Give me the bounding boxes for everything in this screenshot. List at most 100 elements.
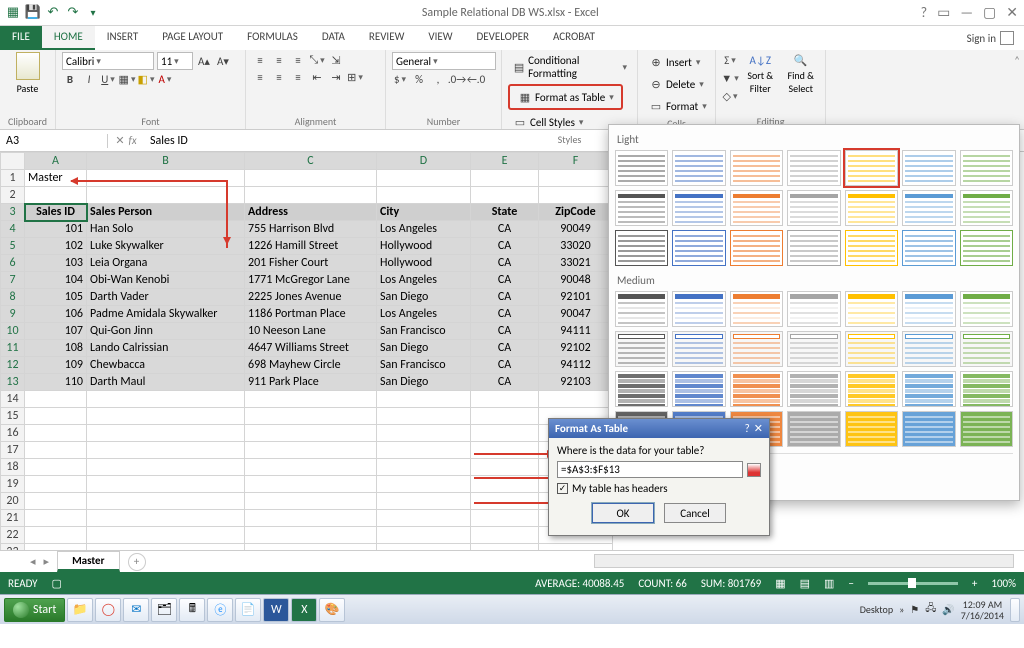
cell[interactable]: Sales ID [25,204,87,221]
row-header[interactable]: 22 [1,527,25,544]
col-header-C[interactable]: C [245,153,377,170]
cell[interactable] [539,187,613,204]
dialog-help-icon[interactable]: ? [745,422,750,435]
cell[interactable] [471,459,539,476]
cell[interactable]: 1186 Portman Place [245,306,377,323]
number-format-combo[interactable]: General▾ [392,52,496,70]
taskbar-chrome-icon[interactable]: ◯ [95,598,121,622]
restore-icon[interactable]: ▢ [983,4,996,21]
cell[interactable] [25,425,87,442]
cell[interactable] [25,493,87,510]
table-style-thumb[interactable] [845,150,898,186]
zoom-in-icon[interactable]: + [972,577,977,590]
cell[interactable]: CA [471,323,539,340]
wrap-text-icon[interactable]: ⇲ [328,52,344,68]
table-style-thumb[interactable] [672,150,725,186]
cell[interactable] [25,442,87,459]
cell[interactable] [377,391,471,408]
cell[interactable]: 698 Mayhew Circle [245,357,377,374]
macro-record-icon[interactable]: ▢ [52,577,62,590]
currency-icon[interactable]: $▾ [392,71,408,87]
row-header[interactable]: 21 [1,510,25,527]
cell[interactable] [25,527,87,544]
cell[interactable]: 755 Harrison Blvd [245,221,377,238]
tray-flag-icon[interactable]: ⚑ [910,603,919,616]
row-header[interactable]: 4 [1,221,25,238]
percent-icon[interactable]: % [411,71,427,87]
table-style-thumb[interactable] [787,230,840,266]
row-header[interactable]: 13 [1,374,25,391]
cell[interactable] [377,408,471,425]
cell[interactable]: 108 [25,340,87,357]
table-style-thumb[interactable] [787,331,840,367]
fill-icon[interactable]: ▼▾ [722,70,738,86]
row-header[interactable]: 14 [1,391,25,408]
cell[interactable]: San Francisco [377,357,471,374]
align-right-icon[interactable]: ≡ [290,69,306,85]
cell[interactable] [245,187,377,204]
tray-network-icon[interactable]: 🖧 [925,601,936,618]
row-header[interactable]: 2 [1,187,25,204]
taskbar-ie-icon[interactable]: ⓔ [207,598,233,622]
cell[interactable] [87,442,245,459]
cell[interactable] [377,510,471,527]
tray-clock[interactable]: 12:09 AM7/16/2014 [961,599,1004,621]
cell[interactable]: CA [471,272,539,289]
cell[interactable] [471,187,539,204]
cell[interactable] [471,170,539,187]
row-header[interactable]: 5 [1,238,25,255]
cell[interactable]: 107 [25,323,87,340]
cell[interactable]: CA [471,289,539,306]
cell[interactable] [377,493,471,510]
table-style-thumb[interactable] [902,331,955,367]
table-style-thumb[interactable] [960,230,1013,266]
cell[interactable]: 90049 [539,221,613,238]
cell[interactable]: 101 [25,221,87,238]
taskbar-folder-icon[interactable]: 🗂 [151,598,177,622]
cell[interactable] [471,408,539,425]
table-style-thumb[interactable] [730,291,783,327]
cell[interactable] [471,510,539,527]
cell[interactable]: 92101 [539,289,613,306]
add-sheet-button[interactable]: + [128,553,146,571]
table-style-thumb[interactable] [902,371,955,407]
cell[interactable] [377,527,471,544]
cell[interactable]: State [471,204,539,221]
sort-filter-button[interactable]: A↓Z Sort & Filter [742,52,779,95]
cell[interactable]: 1771 McGregor Lane [245,272,377,289]
col-header-A[interactable]: A [25,153,87,170]
table-style-thumb[interactable] [960,190,1013,226]
cell[interactable]: San Francisco [377,323,471,340]
cell[interactable]: City [377,204,471,221]
cell[interactable]: 33020 [539,238,613,255]
cell[interactable]: 105 [25,289,87,306]
cell[interactable] [245,408,377,425]
cell[interactable] [245,391,377,408]
cell[interactable]: San Diego [377,374,471,391]
orientation-icon[interactable]: ⤡▾ [309,52,325,68]
tab-data[interactable]: DATA [310,26,357,50]
cell[interactable] [87,527,245,544]
table-style-thumb[interactable] [960,331,1013,367]
zoom-level[interactable]: 100% [991,577,1016,590]
row-header[interactable]: 6 [1,255,25,272]
table-style-thumb[interactable] [672,331,725,367]
col-header-D[interactable]: D [377,153,471,170]
underline-icon[interactable]: U▾ [100,71,116,87]
cell[interactable] [245,170,377,187]
cell[interactable] [245,425,377,442]
table-style-thumb[interactable] [672,291,725,327]
cell[interactable]: 10 Neeson Lane [245,323,377,340]
row-header[interactable]: 1 [1,170,25,187]
table-style-thumb[interactable] [902,230,955,266]
zoom-out-icon[interactable]: − [848,577,853,590]
table-style-thumb[interactable] [787,190,840,226]
cell[interactable] [87,493,245,510]
cell[interactable]: CA [471,221,539,238]
clear-icon[interactable]: ◇▾ [722,88,738,104]
cell[interactable]: CA [471,238,539,255]
cell[interactable]: Qui-Gon Jinn [87,323,245,340]
cell[interactable] [245,493,377,510]
taskbar-calc-icon[interactable]: 🖩 [179,598,205,622]
row-header[interactable]: 3 [1,204,25,221]
